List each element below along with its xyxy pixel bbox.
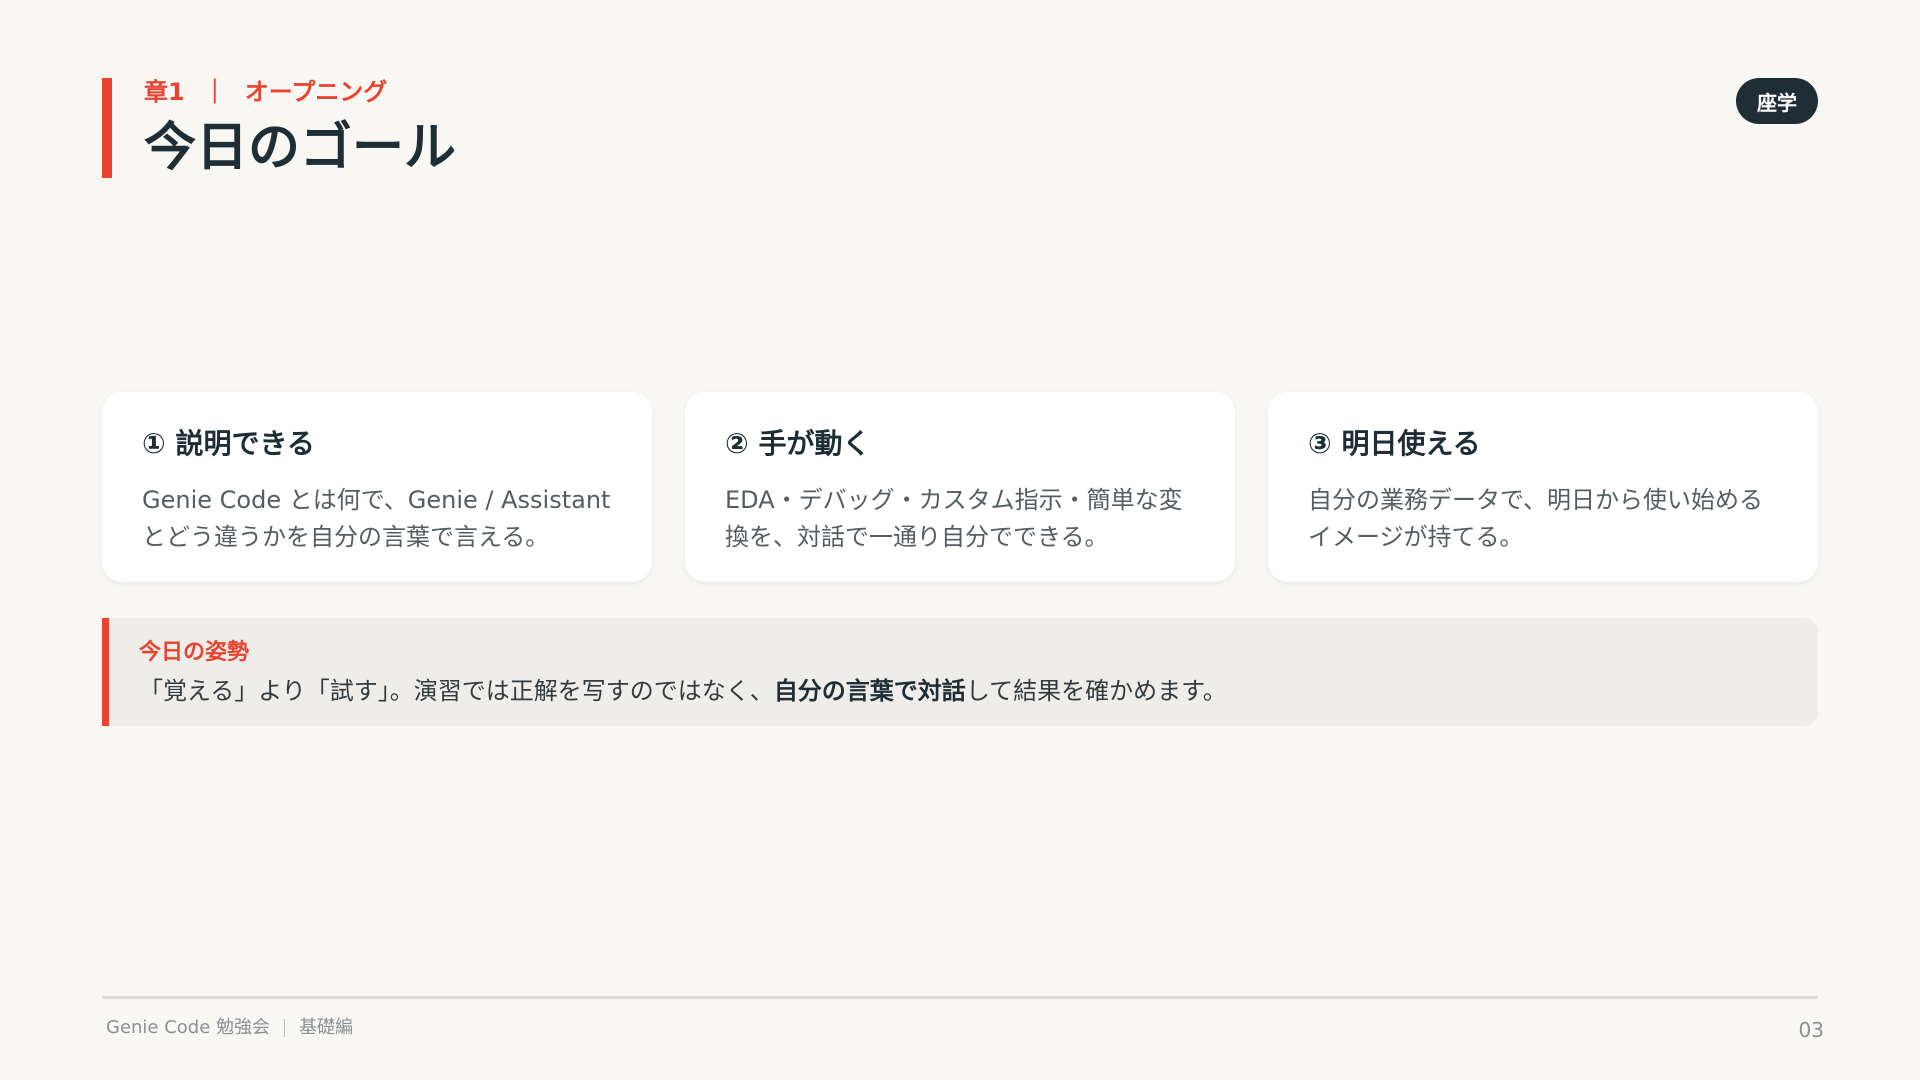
- stance-text-emphasis: 自分の言葉で対話: [773, 677, 966, 705]
- goal-card-title: ③ 明日使える: [1308, 427, 1481, 460]
- session-type-badge: 座学: [1736, 78, 1818, 124]
- footer-edition: 基礎編: [299, 1017, 354, 1038]
- chapter-section: オープニング: [244, 78, 388, 106]
- stance-callout: 今日の姿勢 「覚える」より「試す」。演習では正解を写すのではなく、自分の言葉で対…: [102, 618, 1818, 726]
- goal-card-body: EDA・デバッグ・カスタム指示・簡単な変換を、対話で一通り自分でできる。: [725, 486, 1183, 551]
- goal-card-title: ① 説明できる: [142, 427, 315, 460]
- slide-header: 章1 ｜ オープニング 今日のゴール: [102, 78, 456, 178]
- page-number: 03: [1798, 1018, 1824, 1042]
- page-title: 今日のゴール: [144, 118, 457, 178]
- goal-cards: ① 説明できる Genie Code とは何で、Genie / Assistan…: [102, 392, 1818, 582]
- goal-card-body: 自分の業務データで、明日から使い始めるイメージが持てる。: [1308, 486, 1764, 551]
- chapter-separator: ｜: [202, 78, 227, 106]
- goal-card-tomorrow: ③ 明日使える 自分の業務データで、明日から使い始めるイメージが持てる。: [1268, 392, 1818, 582]
- goal-card-body: Genie Code とは何で、Genie / Assistant とどう違うか…: [142, 486, 611, 551]
- stance-text-after: して結果を確かめます。: [965, 677, 1227, 705]
- footer-course-name: Genie Code 勉強会: [106, 1017, 271, 1038]
- footer-separator: [284, 1019, 286, 1037]
- stance-text-before: 「覚える」より「試す」。演習では正解を写すのではなく、: [139, 677, 774, 705]
- stance-label: 今日の姿勢: [139, 640, 250, 665]
- goal-card-hands-on: ② 手が動く EDA・デバッグ・カスタム指示・簡単な変換を、対話で一通り自分でで…: [685, 392, 1235, 582]
- goal-card-title: ② 手が動く: [725, 427, 871, 460]
- footer-course-info: Genie Code 勉強会 基礎編: [106, 1016, 353, 1040]
- goal-card-explain: ① 説明できる Genie Code とは何で、Genie / Assistan…: [102, 392, 652, 582]
- chapter-label: 章1 ｜ オープニング: [144, 78, 456, 106]
- stance-text: 「覚える」より「試す」。演習では正解を写すのではなく、自分の言葉で対話して結果を…: [139, 674, 1788, 708]
- footer-divider: [102, 996, 1818, 999]
- chapter-number: 章1: [144, 78, 185, 106]
